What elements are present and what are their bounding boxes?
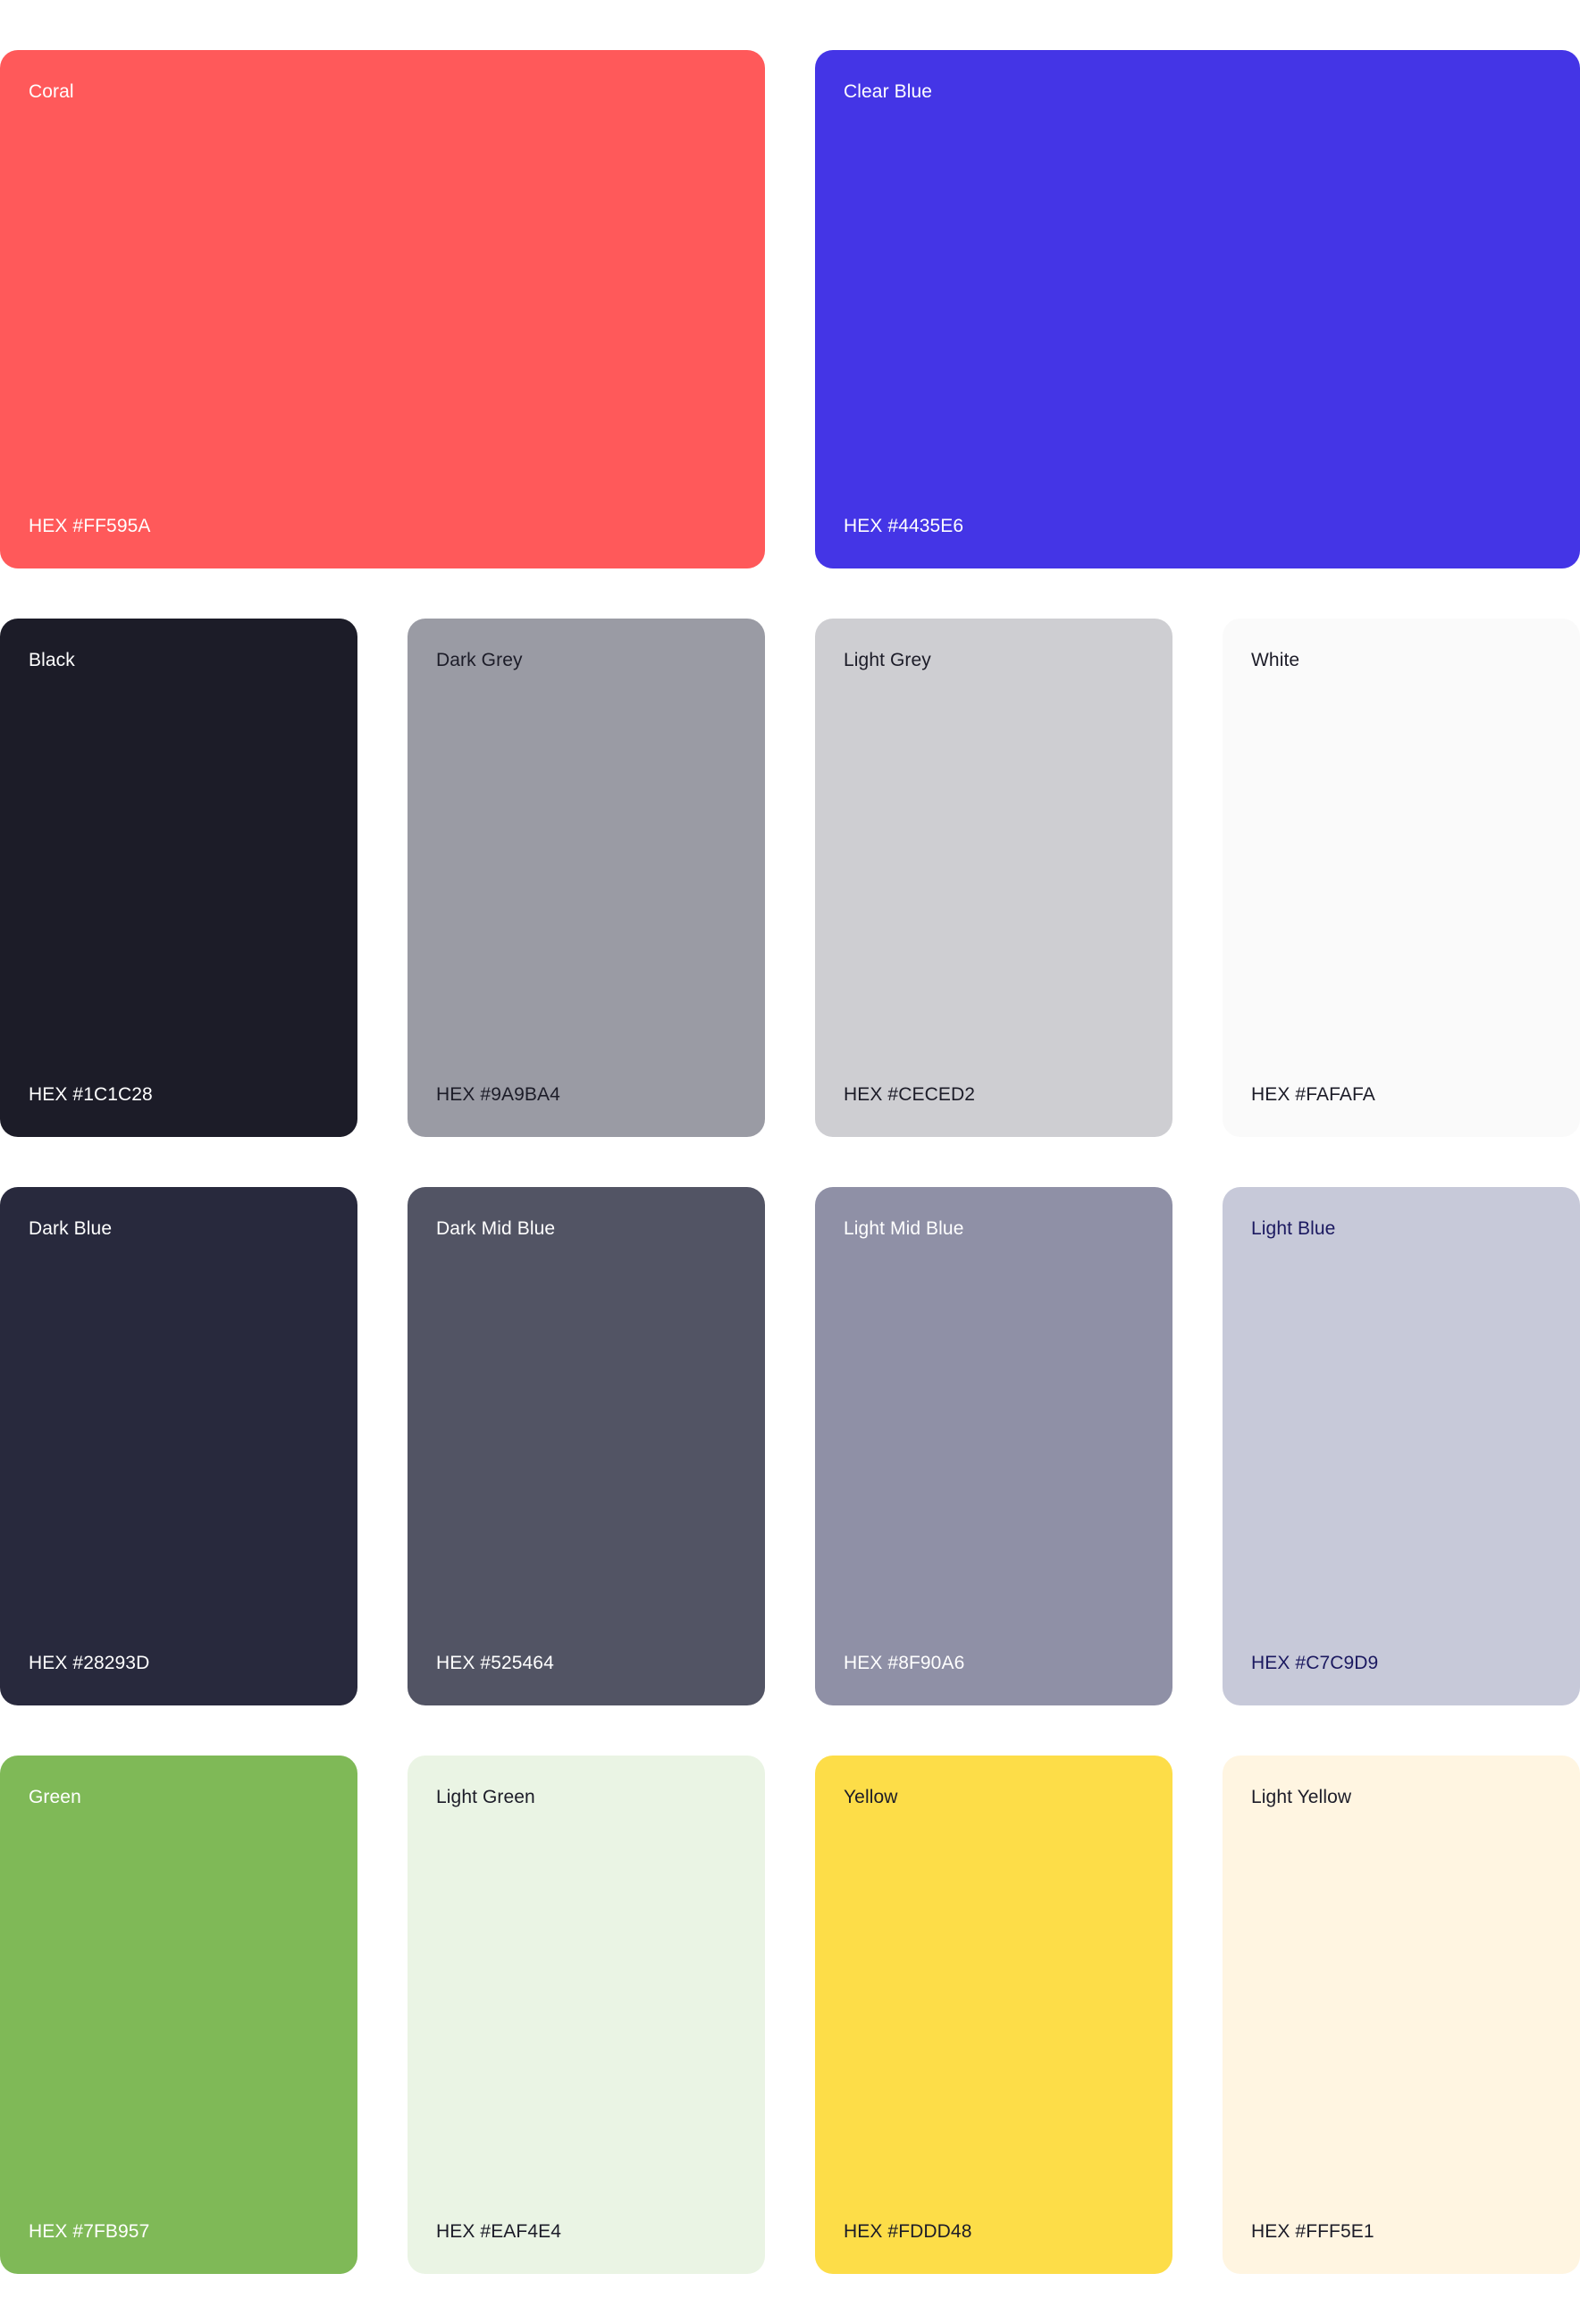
- swatch-name: Light Grey: [844, 650, 931, 670]
- color-palette: Coral HEX #FF595A Clear Blue HEX #4435E6…: [0, 50, 1580, 2324]
- swatch-light-green[interactable]: Light Green HEX #EAF4E4: [408, 1756, 765, 2274]
- swatch-yellow[interactable]: Yellow HEX #FDDD48: [815, 1756, 1172, 2274]
- swatch-white[interactable]: White HEX #FAFAFA: [1223, 619, 1580, 1137]
- swatch-name: Light Blue: [1251, 1218, 1336, 1239]
- swatch-light-mid-blue[interactable]: Light Mid Blue HEX #8F90A6: [815, 1187, 1172, 1705]
- swatch-green[interactable]: Green HEX #7FB957: [0, 1756, 357, 2274]
- swatch-hex-value: HEX #FAFAFA: [1251, 1084, 1375, 1105]
- swatch-hex-value: HEX #FDDD48: [844, 2221, 972, 2242]
- swatch-name: Coral: [29, 81, 74, 102]
- swatch-hex-value: HEX #9A9BA4: [436, 1084, 560, 1105]
- swatch-light-grey[interactable]: Light Grey HEX #CECED2: [815, 619, 1172, 1137]
- swatch-hex-value: HEX #28293D: [29, 1653, 150, 1673]
- swatch-dark-grey[interactable]: Dark Grey HEX #9A9BA4: [408, 619, 765, 1137]
- swatch-light-blue[interactable]: Light Blue HEX #C7C9D9: [1223, 1187, 1580, 1705]
- swatch-name: Clear Blue: [844, 81, 933, 102]
- swatch-name: Yellow: [844, 1787, 898, 1807]
- palette-row-accents: Green HEX #7FB957 Light Green HEX #EAF4E…: [0, 1756, 1580, 2274]
- swatch-name: White: [1251, 650, 1300, 670]
- swatch-name: Light Yellow: [1251, 1787, 1352, 1807]
- palette-row-blues: Dark Blue HEX #28293D Dark Mid Blue HEX …: [0, 1187, 1580, 1705]
- swatch-hex-value: HEX #FF595A: [29, 516, 151, 536]
- palette-row-neutrals: Black HEX #1C1C28 Dark Grey HEX #9A9BA4 …: [0, 619, 1580, 1137]
- swatch-name: Black: [29, 650, 75, 670]
- swatch-hex-value: HEX #525464: [436, 1653, 554, 1673]
- swatch-hex-value: HEX #CECED2: [844, 1084, 975, 1105]
- swatch-coral[interactable]: Coral HEX #FF595A: [0, 50, 765, 568]
- swatch-name: Light Green: [436, 1787, 535, 1807]
- swatch-hex-value: HEX #FFF5E1: [1251, 2221, 1374, 2242]
- swatch-hex-value: HEX #1C1C28: [29, 1084, 153, 1105]
- swatch-hex-value: HEX #EAF4E4: [436, 2221, 561, 2242]
- swatch-light-yellow[interactable]: Light Yellow HEX #FFF5E1: [1223, 1756, 1580, 2274]
- swatch-name: Dark Mid Blue: [436, 1218, 556, 1239]
- swatch-hex-value: HEX #8F90A6: [844, 1653, 965, 1673]
- swatch-name: Green: [29, 1787, 81, 1807]
- swatch-name: Dark Blue: [29, 1218, 113, 1239]
- swatch-name: Light Mid Blue: [844, 1218, 964, 1239]
- palette-row-primary: Coral HEX #FF595A Clear Blue HEX #4435E6: [0, 50, 1580, 568]
- swatch-dark-mid-blue[interactable]: Dark Mid Blue HEX #525464: [408, 1187, 765, 1705]
- swatch-black[interactable]: Black HEX #1C1C28: [0, 619, 357, 1137]
- swatch-hex-value: HEX #7FB957: [29, 2221, 150, 2242]
- swatch-dark-blue[interactable]: Dark Blue HEX #28293D: [0, 1187, 357, 1705]
- swatch-clear-blue[interactable]: Clear Blue HEX #4435E6: [815, 50, 1580, 568]
- swatch-hex-value: HEX #C7C9D9: [1251, 1653, 1379, 1673]
- swatch-hex-value: HEX #4435E6: [844, 516, 964, 536]
- swatch-name: Dark Grey: [436, 650, 523, 670]
